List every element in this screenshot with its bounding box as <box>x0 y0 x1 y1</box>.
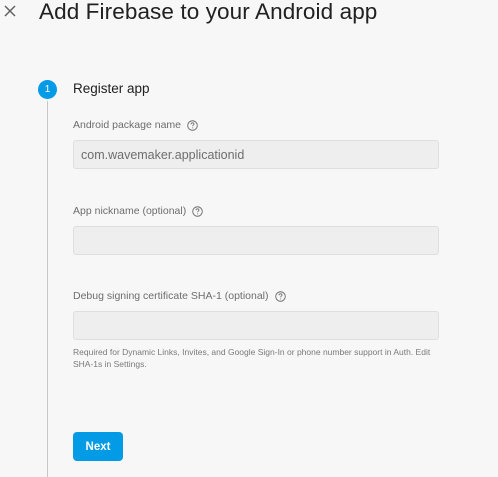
nickname-label: App nickname (optional) <box>73 205 203 217</box>
package-name-label: Android package name <box>73 119 198 131</box>
page-title: Add Firebase to your Android app <box>39 0 378 24</box>
package-name-label-text: Android package name <box>73 119 181 131</box>
sha1-label: Debug signing certificate SHA-1 (optiona… <box>73 290 286 302</box>
step-title: Register app <box>73 81 150 96</box>
step-number-badge: 1 <box>38 80 57 99</box>
sha1-helper-text: Required for Dynamic Links, Invites, and… <box>73 347 431 369</box>
sha1-label-text: Debug signing certificate SHA-1 (optiona… <box>73 290 269 302</box>
stepper-line <box>47 101 48 477</box>
help-circle-icon[interactable] <box>192 205 203 217</box>
nickname-input[interactable] <box>73 226 439 255</box>
help-circle-icon[interactable] <box>187 119 198 131</box>
close-icon[interactable] <box>3 4 17 18</box>
package-name-input[interactable] <box>73 140 439 169</box>
help-circle-icon[interactable] <box>274 290 286 302</box>
nickname-label-text: App nickname (optional) <box>73 205 187 217</box>
next-button[interactable]: Next <box>73 432 123 461</box>
sha1-input[interactable] <box>73 311 439 340</box>
